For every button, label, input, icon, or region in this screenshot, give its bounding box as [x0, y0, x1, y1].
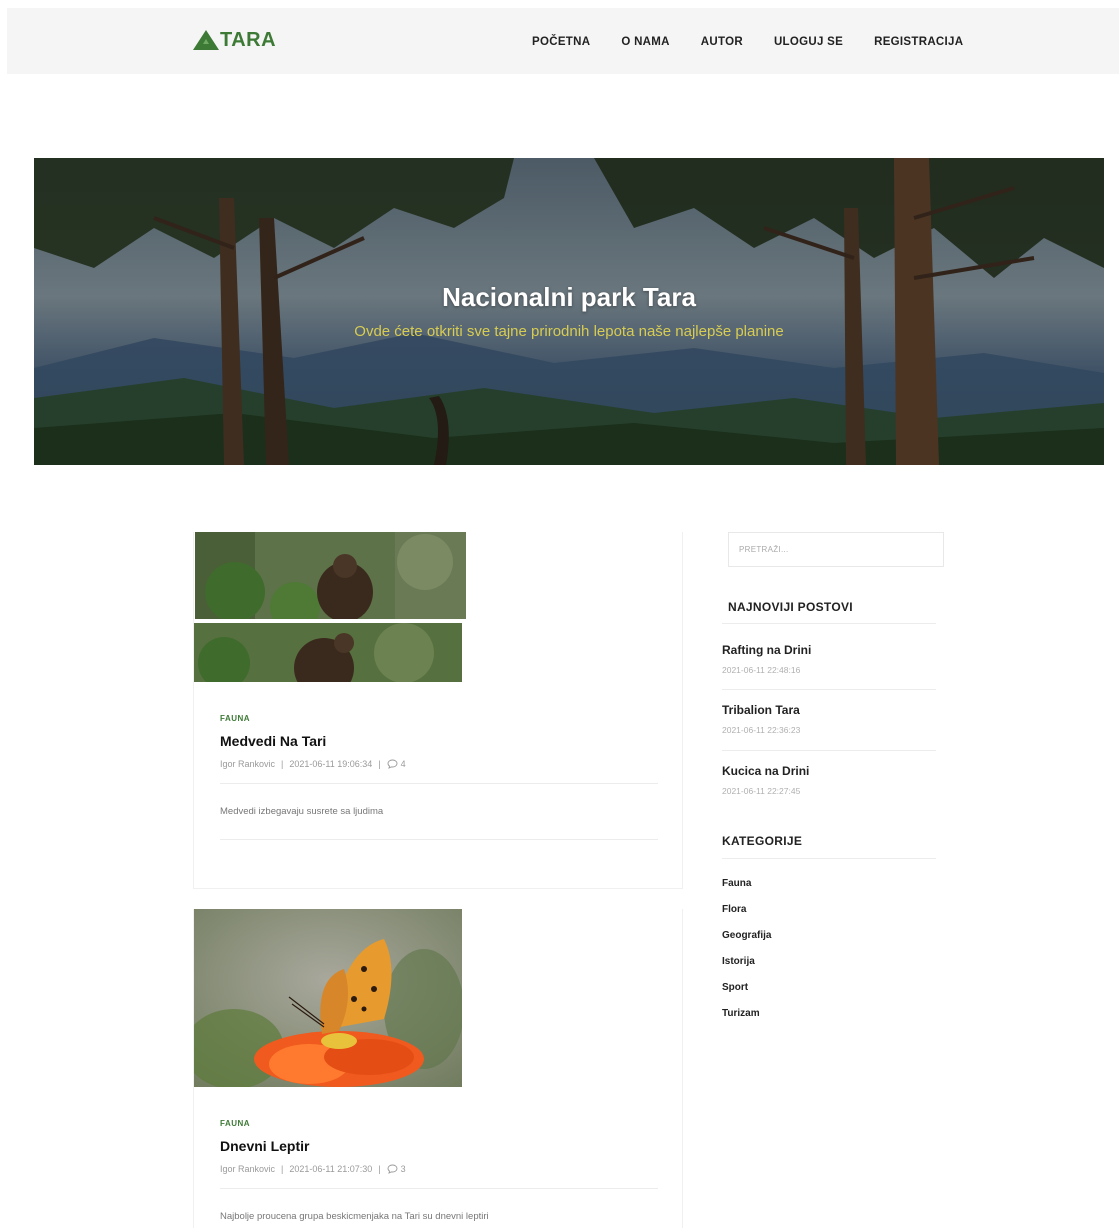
- categories-heading: KATEGORIJE: [722, 834, 803, 848]
- post-title[interactable]: Medvedi Na Tari: [220, 733, 658, 749]
- nav-item-registracija[interactable]: REGISTRACIJA: [874, 35, 963, 49]
- post-excerpt: Medvedi izbegavaju susrete sa ljudima: [220, 806, 384, 817]
- recent-post-title[interactable]: Kucica na Drini: [722, 764, 809, 778]
- meta-separator: |: [281, 759, 284, 769]
- recent-post-date: 2021-06-11 22:48:16: [722, 665, 801, 675]
- recent-post-title[interactable]: Rafting na Drini: [722, 643, 811, 657]
- post-author: Igor Rankovic: [220, 759, 276, 769]
- post-image-butterfly[interactable]: [194, 909, 462, 1087]
- nav-item-uloguj-se[interactable]: ULOGUJ SE: [774, 35, 843, 49]
- logo-text: TARA: [220, 29, 277, 51]
- category-link-istorija[interactable]: Istorija: [722, 956, 755, 967]
- recent-post-item: Rafting na Drini 2021-06-11 22:48:16: [722, 643, 811, 675]
- bear-photo: [195, 532, 466, 619]
- post-card: FAUNA Dnevni Leptir Igor Rankovic | 2021…: [193, 909, 683, 1228]
- post-comment-count: 4: [400, 759, 406, 769]
- heading-divider: [722, 858, 936, 859]
- hero-banner: Nacionalni park Tara Ovde ćete otkriti s…: [34, 158, 1104, 465]
- category-link-geografija[interactable]: Geografija: [722, 930, 771, 941]
- bear-photo-2: [194, 623, 462, 682]
- recent-posts-heading: NAJNOVIJI POSTOVI: [728, 600, 853, 614]
- nav-item-o-nama[interactable]: O NAMA: [621, 35, 669, 49]
- hero-title: Nacionalni park Tara: [442, 282, 696, 312]
- category-link-fauna[interactable]: Fauna: [722, 878, 751, 889]
- post-divider: [220, 783, 658, 784]
- post-excerpt: Najbolje proucena grupa beskicmenjaka na…: [220, 1211, 489, 1222]
- comment-bubble-icon: [387, 759, 398, 769]
- nav-item-autor[interactable]: AUTOR: [701, 35, 743, 49]
- category-link-turizam[interactable]: Turizam: [722, 1008, 760, 1019]
- post-divider: [220, 1188, 658, 1189]
- search-input[interactable]: [728, 532, 944, 567]
- meta-separator: |: [378, 1164, 381, 1174]
- main-nav: POČETNA O NAMA AUTOR ULOGUJ SE REGISTRAC…: [532, 35, 994, 49]
- recent-post-divider: [722, 750, 936, 751]
- post-divider: [220, 839, 658, 840]
- post-date: 2021-06-11 19:06:34: [289, 759, 373, 769]
- post-body: FAUNA Medvedi Na Tari Igor Rankovic | 20…: [220, 714, 658, 840]
- category-link-flora[interactable]: Flora: [722, 904, 746, 915]
- recent-post-title[interactable]: Tribalion Tara: [722, 703, 800, 717]
- heading-divider: [722, 623, 936, 624]
- category-link-sport[interactable]: Sport: [722, 982, 748, 993]
- comment-bubble-icon: [387, 1164, 398, 1174]
- post-body: FAUNA Dnevni Leptir Igor Rankovic | 2021…: [220, 1119, 658, 1222]
- recent-post-date: 2021-06-11 22:27:45: [722, 786, 801, 796]
- post-category[interactable]: FAUNA: [220, 1119, 658, 1128]
- post-image-bear[interactable]: [195, 532, 466, 619]
- recent-post-item: Tribalion Tara 2021-06-11 22:36:23: [722, 703, 800, 735]
- post-card: FAUNA Medvedi Na Tari Igor Rankovic | 20…: [193, 532, 683, 889]
- meta-separator: |: [281, 1164, 284, 1174]
- mountain-icon: [193, 30, 219, 50]
- recent-post-divider: [722, 689, 936, 690]
- post-author: Igor Rankovic: [220, 1164, 276, 1174]
- logo-link[interactable]: TARA: [193, 30, 276, 50]
- post-date: 2021-06-11 21:07:30: [289, 1164, 373, 1174]
- post-title[interactable]: Dnevni Leptir: [220, 1138, 658, 1154]
- recent-post-item: Kucica na Drini 2021-06-11 22:27:45: [722, 764, 809, 796]
- post-image-bear-2[interactable]: [194, 623, 462, 682]
- post-comment-count: 3: [400, 1164, 406, 1174]
- post-meta: Igor Rankovic | 2021-06-11 19:06:34 | 4: [220, 759, 658, 769]
- meta-separator: |: [378, 759, 381, 769]
- butterfly-photo: [194, 909, 462, 1087]
- hero-subtitle: Ovde ćete otkriti sve tajne prirodnih le…: [354, 323, 784, 340]
- post-meta: Igor Rankovic | 2021-06-11 21:07:30 | 3: [220, 1164, 658, 1174]
- recent-post-date: 2021-06-11 22:36:23: [722, 725, 801, 735]
- post-category[interactable]: FAUNA: [220, 714, 658, 723]
- nav-item-pocetna[interactable]: POČETNA: [532, 35, 590, 49]
- navbar: TARA POČETNA O NAMA AUTOR ULOGUJ SE REGI…: [7, 8, 1119, 74]
